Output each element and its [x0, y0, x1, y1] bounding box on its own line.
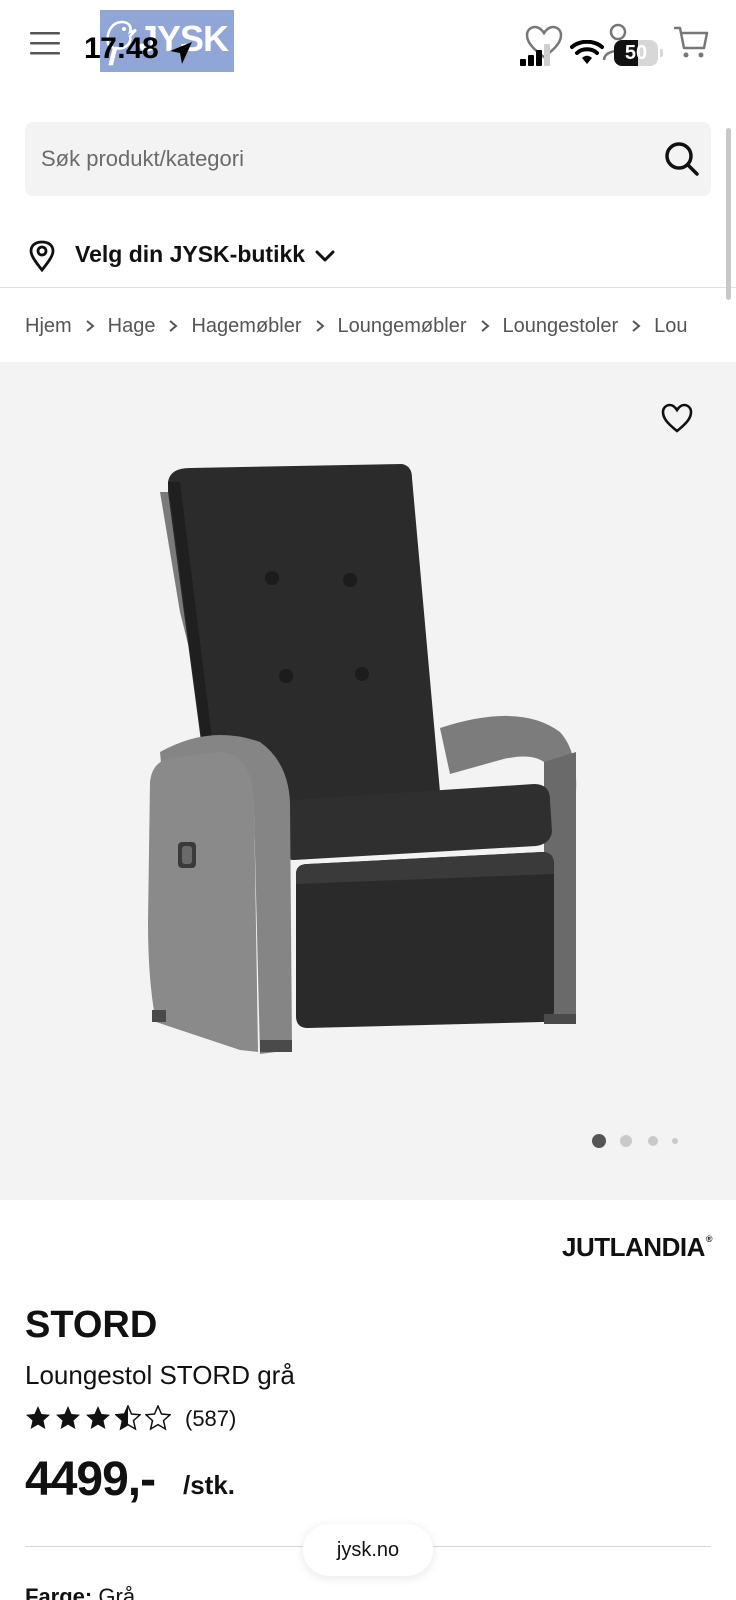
store-selector-label: Velg din JYSK-butikk [75, 241, 306, 267]
chevron-right-icon [618, 300, 654, 352]
chevron-right-icon [155, 300, 191, 352]
breadcrumb-item-hagemobler[interactable]: Hagemøbler [191, 300, 301, 352]
search-icon[interactable] [663, 140, 701, 178]
search-bar [25, 122, 711, 196]
chevron-right-icon [302, 300, 338, 352]
breadcrumb-item-loungemobler[interactable]: Loungemøbler [338, 300, 467, 352]
gallery-dot-2[interactable] [620, 1135, 632, 1147]
star-empty-icon [145, 1405, 171, 1431]
browser-domain-pill[interactable]: jysk.no [303, 1524, 433, 1576]
product-image-lounge-chair [148, 464, 577, 1054]
product-gallery[interactable] [0, 362, 736, 1200]
brand-name: JUTLANDIA [562, 1232, 705, 1262]
star-icon [86, 1406, 110, 1429]
search-input[interactable] [41, 122, 621, 196]
breadcrumb-item-current[interactable]: Lou [654, 300, 687, 352]
product-name: STORD [25, 1304, 158, 1346]
status-time: 17:48 [84, 32, 159, 65]
brand-registered-mark: ® [705, 1234, 713, 1244]
store-selector[interactable]: Velg din JYSK-butikk [0, 226, 736, 288]
star-icon [56, 1406, 80, 1429]
gallery-dot-1[interactable] [592, 1134, 606, 1148]
chevron-right-icon [72, 300, 108, 352]
wishlist-heart-icon[interactable] [660, 402, 694, 434]
rating-count[interactable]: (587) [185, 1406, 236, 1432]
product-subtitle: Loungestol STORD grå [25, 1360, 295, 1390]
battery-indicator: 50 [614, 40, 663, 66]
scrollbar[interactable] [726, 128, 731, 300]
star-icon [26, 1406, 50, 1429]
site-header: JYSK 17:48 50 [0, 0, 736, 98]
breadcrumb-item-hjem[interactable]: Hjem [25, 300, 72, 352]
gallery-dot-4[interactable] [672, 1138, 678, 1144]
breadcrumb: Hjem Hage Hagemøbler Loungemøbler Loungestol… [25, 300, 736, 352]
color-selector[interactable]: Farge: Grå [25, 1584, 135, 1600]
menu-icon[interactable] [28, 28, 64, 58]
color-value: Grå [98, 1584, 136, 1600]
wifi-icon [570, 40, 604, 64]
location-pin-icon [29, 240, 55, 272]
breadcrumb-item-loungestoler[interactable]: Loungestoler [503, 300, 619, 352]
battery-level: 50 [624, 42, 648, 64]
chevron-down-icon [315, 250, 335, 262]
color-label: Farge: [25, 1584, 93, 1600]
gallery-dot-3[interactable] [648, 1136, 658, 1146]
cart-icon[interactable] [672, 24, 710, 60]
gallery-dots[interactable] [592, 1132, 692, 1152]
product-price: 4499,- [25, 1453, 156, 1506]
location-arrow-icon [170, 42, 192, 64]
breadcrumb-item-hage[interactable]: Hage [108, 300, 156, 352]
star-half-icon [115, 1405, 141, 1431]
chevron-right-icon [467, 300, 503, 352]
price-unit: /stk. [183, 1470, 236, 1500]
brand-logo: JUTLANDIA® [562, 1232, 712, 1263]
signal-icon [520, 44, 550, 66]
